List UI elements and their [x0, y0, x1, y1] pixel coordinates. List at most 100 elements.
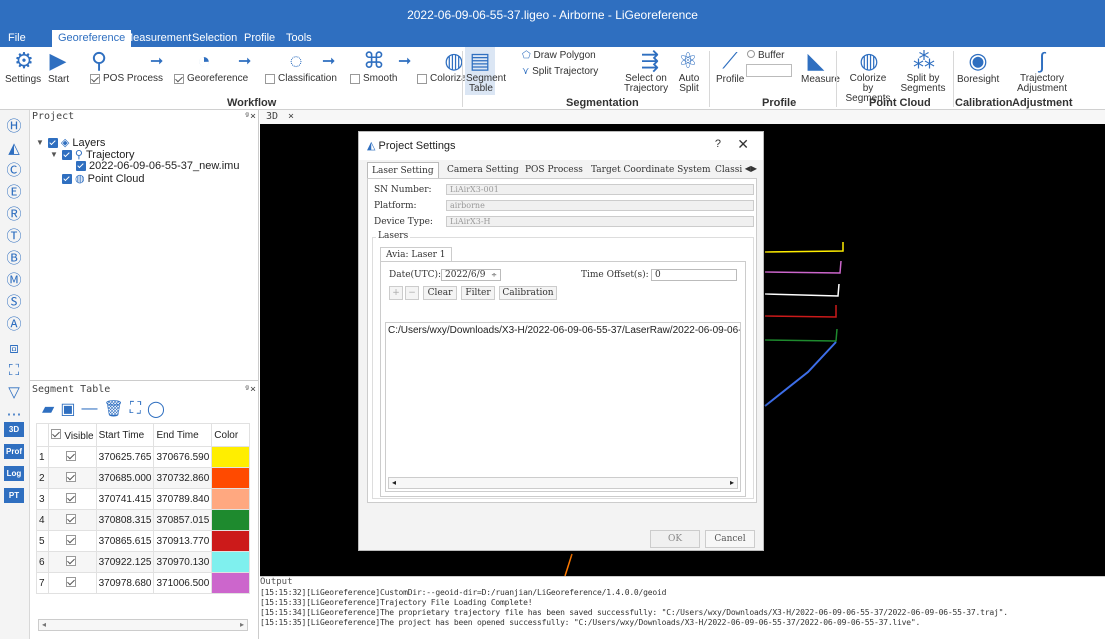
- spin-icon[interactable]: ÷: [491, 270, 497, 281]
- boresight-icon[interactable]: ◉: [964, 49, 992, 73]
- visible-cell[interactable]: [48, 572, 97, 594]
- visible-cell[interactable]: [48, 488, 97, 510]
- view-r-icon[interactable]: Ⓡ: [4, 206, 24, 224]
- horizontal-scrollbar[interactable]: ◂ ▸: [388, 477, 738, 489]
- visible-checkbox[interactable]: [65, 492, 76, 503]
- calibration-button[interactable]: Calibration: [499, 286, 557, 300]
- classification-check[interactable]: Classification: [265, 73, 337, 84]
- save-icon[interactable]: ▣: [60, 399, 75, 419]
- date-utc-input[interactable]: 2022/6/9 ÷: [441, 269, 501, 281]
- tab-pos-process[interactable]: POS Process: [521, 162, 587, 178]
- settings-label[interactable]: Settings: [5, 74, 41, 85]
- auto-split-label[interactable]: Auto Split: [676, 74, 702, 94]
- auto-split-icon[interactable]: ⚛: [674, 49, 702, 73]
- tab-laser-1[interactable]: Avia: Laser 1: [380, 247, 452, 261]
- viewport-tab-3d[interactable]: 3D ×: [260, 110, 1105, 124]
- start-time-column-header[interactable]: Start Time: [95, 423, 155, 447]
- draw-polygon-button[interactable]: ⬠ Draw Polygon: [522, 50, 596, 61]
- view-all-icon[interactable]: Ⓐ: [4, 316, 24, 334]
- checkbox-icon[interactable]: [90, 73, 100, 84]
- color-swatch-cell[interactable]: [211, 551, 250, 573]
- tab-classification[interactable]: Classi: [711, 162, 746, 178]
- view-m-icon[interactable]: Ⓜ: [4, 272, 24, 290]
- folder-open-icon[interactable]: ▰: [42, 399, 54, 419]
- view-profile-button[interactable]: Prof: [4, 444, 24, 459]
- profile-label[interactable]: Profile: [716, 74, 744, 85]
- time-offset-input[interactable]: 0: [651, 269, 737, 281]
- checkbox-icon[interactable]: [350, 73, 360, 84]
- checkbox-checked-icon[interactable]: [61, 149, 72, 160]
- visible-cell[interactable]: [48, 551, 97, 573]
- color-swatch-cell[interactable]: [211, 446, 250, 468]
- cancel-button[interactable]: Cancel: [705, 530, 755, 548]
- table-row[interactable]: 2 370685.000 370732.860: [35, 467, 250, 489]
- end-time-column-header[interactable]: End Time: [153, 423, 213, 447]
- view-s-icon[interactable]: Ⓢ: [4, 294, 24, 312]
- chevron-down-icon[interactable]: ▼: [50, 150, 58, 159]
- segment-table-icon[interactable]: ▤: [466, 49, 494, 73]
- visible-checkbox[interactable]: [65, 513, 76, 524]
- color-swatch-cell[interactable]: [211, 530, 250, 552]
- table-row[interactable]: 3 370741.415 370789.840: [35, 488, 250, 510]
- tab-laser-setting[interactable]: Laser Setting: [367, 162, 439, 178]
- pin-close-icon[interactable]: ᵍ×: [244, 110, 256, 124]
- profile-chart-icon[interactable]: ⟋: [716, 49, 744, 73]
- visible-checkbox[interactable]: [65, 555, 76, 566]
- checkbox-icon[interactable]: [174, 73, 184, 84]
- view-c-icon[interactable]: Ⓒ: [4, 162, 24, 180]
- tab-target-coordinate-system[interactable]: Target Coordinate System: [587, 162, 715, 178]
- color-swatch-cell[interactable]: [211, 488, 250, 510]
- table-row[interactable]: 1 370625.765 370676.590: [35, 446, 250, 468]
- expand-icon[interactable]: ⛶: [130, 400, 141, 418]
- visible-checkbox[interactable]: [65, 450, 76, 461]
- visible-cell[interactable]: [48, 509, 97, 531]
- color-swatch-cell[interactable]: [211, 467, 250, 489]
- smooth-check[interactable]: Smooth: [350, 73, 397, 84]
- radio-icon[interactable]: [747, 50, 755, 58]
- view-t-icon[interactable]: Ⓣ: [4, 228, 24, 246]
- close-icon[interactable]: ✕: [737, 136, 749, 153]
- trajectory-adjustment-icon[interactable]: ∫: [1028, 49, 1056, 73]
- tree-point-cloud[interactable]: ◍ Point Cloud: [62, 172, 144, 185]
- view-top-icon[interactable]: ◭: [4, 140, 24, 158]
- add-file-button[interactable]: +: [389, 286, 403, 300]
- visible-cell[interactable]: [48, 446, 97, 468]
- table-row[interactable]: 4 370808.315 370857.015: [35, 509, 250, 531]
- visible-cell[interactable]: [48, 530, 97, 552]
- tree-imu-file[interactable]: 2022-06-09-06-55-37_new.imu: [76, 160, 239, 172]
- measure-icon[interactable]: ◣: [802, 49, 830, 73]
- view-b-icon[interactable]: Ⓑ: [4, 250, 24, 268]
- refresh-icon[interactable]: ◯: [147, 399, 165, 419]
- chevron-down-icon[interactable]: ▼: [36, 138, 44, 147]
- trash-icon[interactable]: 🗑: [103, 399, 123, 419]
- clear-button[interactable]: Clear: [423, 286, 457, 300]
- remove-file-button[interactable]: −: [405, 286, 419, 300]
- list-item[interactable]: C:/Users/wxy/Downloads/X3-H/2022-06-09-0…: [388, 325, 740, 336]
- checkbox-icon[interactable]: [417, 73, 427, 84]
- split-segments-icon[interactable]: ⁂: [910, 49, 938, 73]
- horizontal-scrollbar[interactable]: ◂ ▸: [38, 619, 248, 631]
- view-e-icon[interactable]: Ⓔ: [4, 184, 24, 202]
- color-column-header[interactable]: Color: [211, 423, 250, 447]
- scroll-right-icon[interactable]: ▸: [730, 478, 734, 487]
- fit-extent-icon[interactable]: ⛶: [4, 362, 24, 380]
- split-trajectory-button[interactable]: ⋎ Split Trajectory: [522, 66, 598, 77]
- filter-icon[interactable]: ▽: [4, 384, 24, 402]
- visible-cell[interactable]: [48, 467, 97, 489]
- checkbox-checked-icon[interactable]: [47, 137, 58, 148]
- color-swatch-cell[interactable]: [211, 572, 250, 594]
- cube-icon[interactable]: ⧈: [4, 340, 24, 358]
- chevron-right-icon[interactable]: ▶: [751, 164, 757, 173]
- table-row[interactable]: 5 370865.615 370913.770: [35, 530, 250, 552]
- start-label[interactable]: Start: [48, 74, 69, 85]
- measure-label[interactable]: Measure: [801, 74, 840, 85]
- visible-checkbox[interactable]: [65, 576, 76, 587]
- view-pt-button[interactable]: PT: [4, 488, 24, 503]
- visible-column-header[interactable]: Visible: [48, 423, 97, 447]
- scroll-left-icon[interactable]: ◂: [42, 620, 46, 629]
- menu-profile[interactable]: Profile: [238, 30, 281, 47]
- help-icon[interactable]: ?: [715, 138, 721, 150]
- segment-table-label[interactable]: Segment Table: [466, 74, 506, 94]
- filter-button[interactable]: Filter: [461, 286, 495, 300]
- minus-icon[interactable]: —: [81, 400, 97, 418]
